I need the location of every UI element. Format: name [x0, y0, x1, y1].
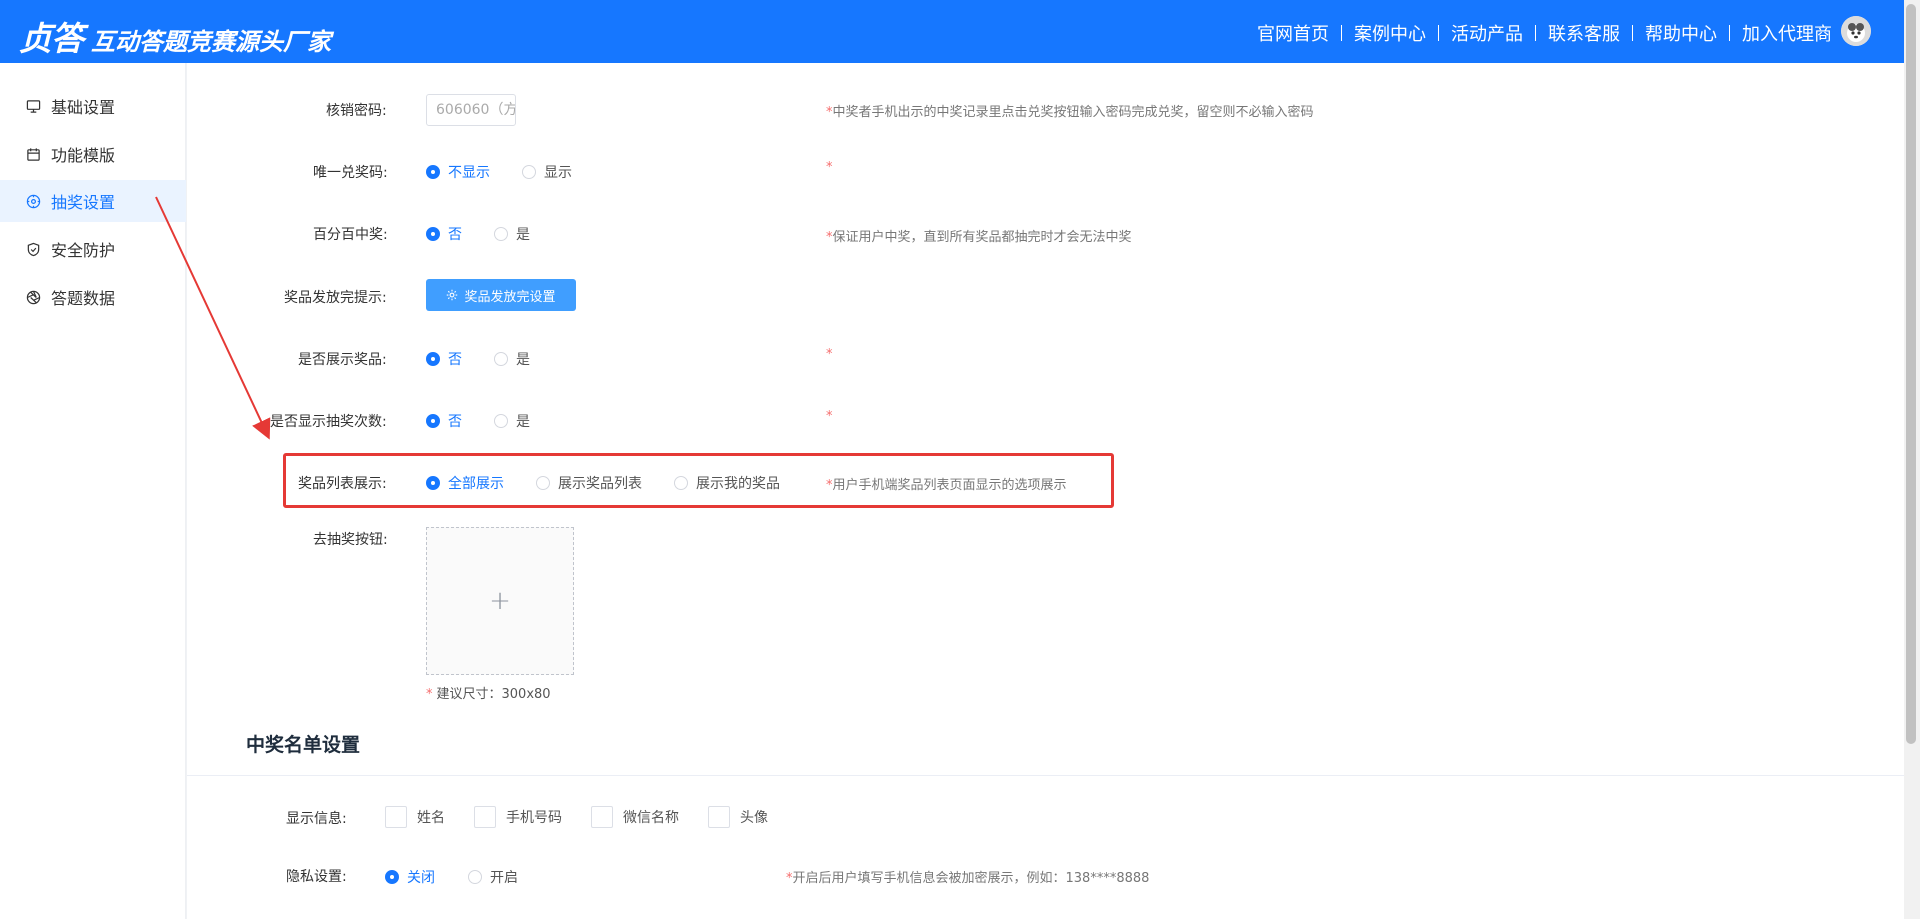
compass-icon	[26, 194, 41, 209]
show-prizes-option-yes[interactable]: 是	[494, 349, 530, 369]
sidebar-item-label: 功能模版	[51, 146, 116, 165]
sidebar-item-label: 基础设置	[51, 98, 116, 117]
show-prizes-option-no[interactable]: 否	[426, 349, 462, 369]
user-avatar[interactable]	[1841, 16, 1871, 46]
draw-button-label: 去抽奖按钮:	[313, 532, 388, 548]
show-draw-count-required-mark: *	[826, 409, 833, 424]
display-info-check-phone[interactable]: 手机号码	[474, 806, 562, 828]
draw-button-size-hint: * 建议尺寸：300x80	[426, 687, 551, 702]
verify-password-tip: *中奖者手机出示的中奖记录里点击兑奖按钮输入密码完成兑奖，留空则不必输入密码	[826, 105, 1314, 120]
unique-code-required-mark: *	[826, 160, 833, 175]
unique-code-option-show[interactable]: 显示	[522, 162, 572, 182]
show-draw-count-label: 是否显示抽奖次数:	[270, 414, 387, 430]
sidebar-item-label: 抽奖设置	[51, 193, 116, 212]
sidebar-item-templates[interactable]: 功能模版	[0, 133, 186, 175]
calendar-icon	[26, 147, 41, 162]
show-draw-count-option-yes[interactable]: 是	[494, 411, 530, 431]
privacy-option-on[interactable]: 开启	[468, 867, 518, 887]
nav-divider	[1729, 25, 1730, 41]
nav-divider	[1535, 25, 1536, 41]
sidebar-item-label: 安全防护	[51, 241, 116, 260]
nav-help[interactable]: 帮助中心	[1645, 20, 1717, 46]
guaranteed-win-label: 百分百中奖:	[313, 227, 388, 243]
logo-sub-text: 互动答题竞赛源头厂家	[91, 28, 331, 56]
sidebar: 基础设置 功能模版 抽奖设置 安全防护 答题数据	[0, 63, 186, 919]
show-prizes-label: 是否展示奖品:	[298, 352, 387, 368]
brand-logo[interactable]: 贞答 互动答题竞赛源头厂家	[19, 12, 331, 60]
unique-code-label: 唯一兑奖码:	[313, 165, 388, 181]
nav-products[interactable]: 活动产品	[1451, 20, 1523, 46]
draw-button-upload[interactable]: +	[426, 527, 574, 675]
display-info-check-name[interactable]: 姓名	[385, 806, 445, 828]
section-divider	[187, 775, 1904, 776]
sidebar-item-data[interactable]: 答题数据	[0, 276, 186, 318]
sidebar-item-basic[interactable]: 基础设置	[0, 85, 186, 127]
nav-cases[interactable]: 案例中心	[1354, 20, 1426, 46]
sidebar-item-label: 答题数据	[51, 289, 116, 308]
show-draw-count-option-no[interactable]: 否	[426, 411, 462, 431]
verify-password-label: 核销密码:	[326, 103, 387, 119]
privacy-tip: *开启后用户填写手机信息会被加密展示，例如：138****8888	[786, 871, 1150, 886]
show-prizes-required-mark: *	[826, 347, 833, 362]
display-info-check-wechat[interactable]: 微信名称	[591, 806, 679, 828]
sidebar-item-lottery[interactable]: 抽奖设置	[0, 180, 186, 222]
guaranteed-win-option-no[interactable]: 否	[426, 224, 462, 244]
aperture-icon	[26, 290, 41, 305]
top-header: 贞答 互动答题竞赛源头厂家 官网首页 案例中心 活动产品 联系客服 帮助中心 加…	[0, 0, 1904, 63]
nav-divider	[1632, 25, 1633, 41]
guaranteed-win-option-yes[interactable]: 是	[494, 224, 530, 244]
winners-section-title: 中奖名单设置	[246, 734, 361, 756]
display-info-label: 显示信息:	[286, 811, 347, 827]
top-nav: 官网首页 案例中心 活动产品 联系客服 帮助中心 加入代理商	[1257, 20, 1832, 46]
logo-main-text: 贞答	[19, 19, 84, 58]
privacy-label: 隐私设置:	[286, 869, 347, 885]
prize-done-settings-button[interactable]: 奖品发放完设置	[426, 279, 576, 311]
verify-password-input[interactable]: 606060（方	[426, 94, 516, 126]
display-info-check-avatar[interactable]: 头像	[708, 806, 768, 828]
nav-home[interactable]: 官网首页	[1257, 20, 1329, 46]
sidebar-item-security[interactable]: 安全防护	[0, 228, 186, 270]
monitor-icon	[26, 99, 41, 114]
gear-icon	[446, 289, 458, 301]
shield-icon	[26, 242, 41, 257]
plus-icon: +	[489, 586, 511, 616]
guaranteed-win-tip: *保证用户中奖，直到所有奖品都抽完时才会无法中奖	[826, 230, 1132, 245]
nav-divider	[1438, 25, 1439, 41]
unique-code-option-hide[interactable]: 不显示	[426, 162, 490, 182]
nav-support[interactable]: 联系客服	[1548, 20, 1620, 46]
nav-divider	[1341, 25, 1342, 41]
prize-done-label: 奖品发放完提示:	[284, 290, 387, 306]
nav-agent[interactable]: 加入代理商	[1742, 20, 1832, 46]
annotation-highlight-box	[283, 453, 1114, 508]
page-scrollbar-thumb[interactable]	[1906, 4, 1916, 744]
privacy-option-off[interactable]: 关闭	[385, 867, 435, 887]
